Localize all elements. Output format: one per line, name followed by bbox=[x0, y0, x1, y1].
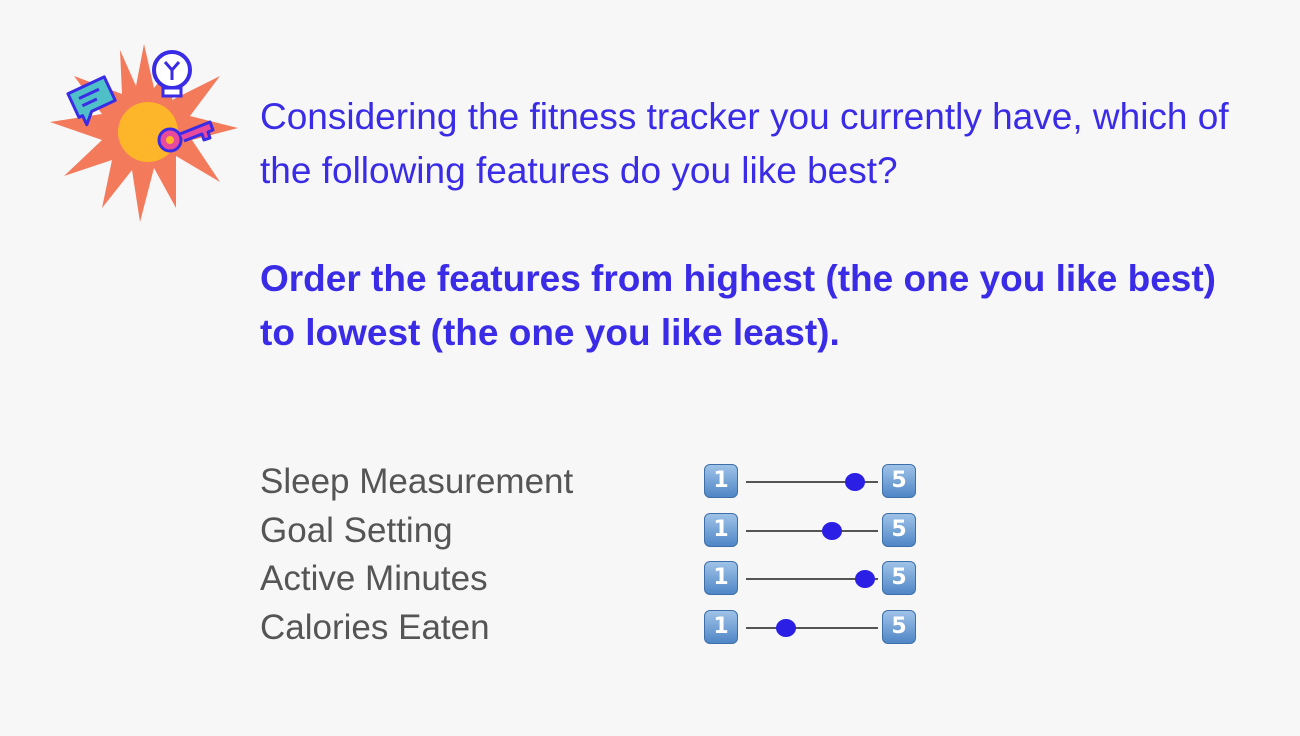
slider-thumb[interactable] bbox=[854, 570, 875, 589]
scale-max-keycap: 5 bbox=[882, 610, 916, 645]
scale-max-keycap: 5 bbox=[882, 561, 916, 596]
scale-max-keycap: 5 bbox=[882, 464, 916, 498]
feature-label: Goal Setting bbox=[260, 510, 453, 550]
feature-row: Active Minutes 1 5 bbox=[260, 555, 960, 604]
feature-row: Calories Eaten 1 5 bbox=[260, 604, 960, 653]
slider-thumb[interactable] bbox=[821, 521, 842, 540]
feature-list: Sleep Measurement 1 5 Goal Setting 1 5 Active … bbox=[260, 458, 960, 653]
rank-slider[interactable]: 15 bbox=[704, 512, 920, 549]
scale-min-keycap: 1 bbox=[704, 512, 738, 547]
question-text: Considering the fitness tracker you curr… bbox=[260, 96, 1229, 191]
slider-thumb[interactable] bbox=[775, 619, 796, 638]
starburst-illustration bbox=[50, 44, 238, 222]
scale-min-keycap: 1 bbox=[704, 561, 738, 596]
question-block: Considering the fitness tracker you curr… bbox=[260, 90, 1260, 360]
feature-label: Sleep Measurement bbox=[260, 462, 574, 501]
instruction-text: Order the features from highest (the one… bbox=[260, 258, 1217, 353]
scale-max-keycap: 5 bbox=[882, 512, 916, 547]
feature-label: Calories Eaten bbox=[260, 608, 490, 648]
survey-page: Considering the fitness tracker you curr… bbox=[0, 0, 1300, 736]
slider-track[interactable] bbox=[746, 529, 878, 532]
feature-row: Goal Setting 1 5 bbox=[260, 507, 960, 556]
slider-track[interactable] bbox=[746, 627, 878, 630]
feature-label: Active Minutes bbox=[260, 559, 488, 599]
rank-slider[interactable]: 15 bbox=[704, 464, 920, 500]
rank-slider[interactable]: 15 bbox=[704, 561, 920, 597]
scale-min-keycap: 1 bbox=[704, 464, 738, 498]
feature-row: Sleep Measurement 1 5 bbox=[260, 458, 960, 507]
scale-min-keycap: 1 bbox=[704, 610, 738, 645]
rank-slider[interactable]: 15 bbox=[704, 610, 920, 646]
slider-thumb[interactable] bbox=[844, 473, 865, 491]
